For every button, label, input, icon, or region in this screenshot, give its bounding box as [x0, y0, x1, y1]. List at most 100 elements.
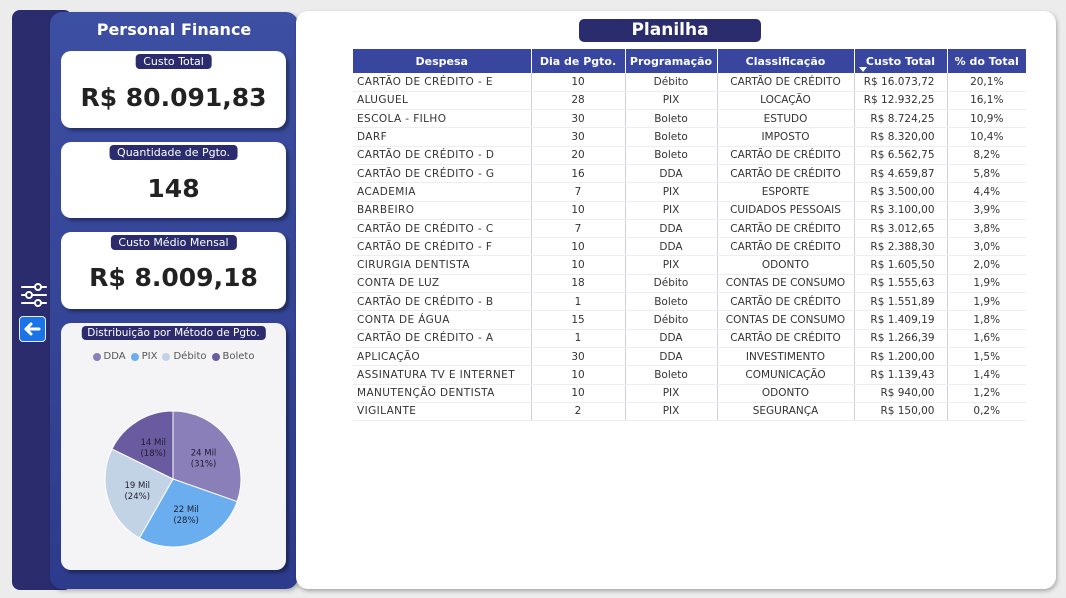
- table-row[interactable]: VIGILANTE 2 PIX SEGURANÇA R$ 150,00 0,2%: [353, 402, 1026, 422]
- col-custo-total-cell: R$ 1.266,39: [854, 329, 948, 348]
- legend-item: DDA: [92, 351, 126, 362]
- legend-swatch: [211, 352, 220, 361]
- col-pct-total-cell: 2,0%: [947, 255, 1026, 275]
- table-row[interactable]: CARTÃO DE CRÉDITO - F 10 DDA CARTÃO DE CRÉD…: [353, 237, 1026, 257]
- table-row[interactable]: CARTÃO DE CRÉDITO - A 1 DDA CARTÃO DE CRÉDI…: [353, 329, 1026, 348]
- col-despesa-header[interactable]: Despesa: [353, 49, 532, 73]
- col-custo-total-cell: R$ 1.555,63: [854, 274, 948, 294]
- col-pct-total-cell: 1,4%: [947, 365, 1026, 385]
- col-classificacao-cell: INVESTIMENTO: [717, 347, 855, 367]
- col-custo-total-header[interactable]: Custo Total: [854, 49, 948, 73]
- arrow-left-icon[interactable]: [19, 316, 46, 342]
- card-value: R$ 8.009,18: [89, 263, 258, 292]
- col-custo-total-cell: R$ 16.073,72: [854, 73, 948, 92]
- table-row[interactable]: CARTÃO DE CRÉDITO - G 16 DDA CARTÃO DE CRÉD…: [353, 164, 1026, 184]
- col-classificacao-cell: LOCAÇÃO: [717, 91, 855, 111]
- legend-item: Débito: [162, 351, 207, 362]
- col-pct-total-cell: 3,0%: [947, 237, 1026, 257]
- col-dia-pgto-cell: 15: [531, 310, 626, 330]
- col-pct-total-cell: 10,9%: [947, 109, 1026, 129]
- col-pct-total-cell: 16,1%: [947, 91, 1026, 111]
- table-row[interactable]: MANUTENÇÃO DENTISTA 10 PIX ODONTO R$ 940,00 1…: [353, 384, 1026, 403]
- col-dia-pgto-cell: 20: [531, 146, 626, 165]
- col-custo-total-cell: R$ 8.724,25: [854, 109, 948, 129]
- col-pct-total-cell: 3,8%: [947, 219, 1026, 239]
- table-row[interactable]: APLICAÇÃO 30 DDA INVESTIMENTO R$ 1.200,00 1,5…: [353, 347, 1026, 367]
- col-classificacao-cell: CARTÃO DE CRÉDITO: [717, 146, 855, 165]
- col-programacao-cell: Débito: [625, 310, 718, 330]
- col-despesa-cell: CARTÃO DE CRÉDITO - B: [353, 292, 532, 312]
- legend-swatch: [92, 352, 101, 361]
- col-custo-total-cell: R$ 2.388,30: [854, 237, 948, 257]
- col-dia-pgto-cell: 30: [531, 127, 626, 147]
- col-custo-total-cell: R$ 4.659,87: [854, 164, 948, 184]
- table-row[interactable]: ACADEMIA 7 PIX ESPORTE R$ 3.500,00 4,4%: [353, 182, 1026, 202]
- col-programacao-cell: Boleto: [625, 292, 718, 312]
- table-row[interactable]: CARTÃO DE CRÉDITO - B 1 Boleto CARTÃO DE CR…: [353, 292, 1026, 312]
- col-custo-total-cell: R$ 3.500,00: [854, 182, 948, 202]
- col-custo-total-cell: R$ 150,00: [854, 402, 948, 422]
- col-programacao-cell: DDA: [625, 164, 718, 184]
- col-classificacao-cell: IMPOSTO: [717, 127, 855, 147]
- table-row[interactable]: ALUGUEL 28 PIX LOCAÇÃO R$ 12.932,25 16,1%: [353, 91, 1026, 111]
- col-programacao-cell: Boleto: [625, 127, 718, 147]
- col-pct-total-cell: 0,2%: [947, 402, 1026, 422]
- col-classificacao-cell: ESPORTE: [717, 182, 855, 202]
- col-classificacao-header[interactable]: Classificação: [717, 49, 855, 73]
- col-programacao-cell: DDA: [625, 329, 718, 348]
- col-custo-total-cell: R$ 1.551,89: [854, 292, 948, 312]
- col-custo-total-cell: R$ 940,00: [854, 384, 948, 403]
- col-despesa-cell: CIRURGIA DENTISTA: [353, 255, 532, 275]
- col-programacao-cell: DDA: [625, 237, 718, 257]
- quantidade-pgto-card: Quantidade de Pgto. 148: [61, 142, 286, 218]
- col-programacao-cell: Boleto: [625, 109, 718, 129]
- col-dia-pgto-header[interactable]: Dia de Pgto.: [531, 49, 626, 73]
- col-despesa-cell: MANUTENÇÃO DENTISTA: [353, 384, 532, 403]
- table-row[interactable]: ASSINATURA TV E INTERNET 10 Boleto COMUNICA…: [353, 365, 1026, 385]
- chart-title: Distribuição por Método de Pgto.: [81, 326, 266, 340]
- col-pct-total-header[interactable]: % do Total: [947, 49, 1026, 73]
- col-pct-total-cell: 20,1%: [947, 73, 1026, 92]
- table-row[interactable]: BARBEIRO 10 PIX CUIDADOS PESSOAIS R$ 3.100,0…: [353, 201, 1026, 220]
- col-programacao-cell: DDA: [625, 347, 718, 367]
- col-classificacao-cell: SEGURANÇA: [717, 402, 855, 422]
- col-despesa-cell: CARTÃO DE CRÉDITO - E: [353, 73, 532, 92]
- table-row[interactable]: ESCOLA - FILHO 30 Boleto ESTUDO R$ 8.724,25 1…: [353, 109, 1026, 129]
- payment-method-chart-card: Distribuição por Método de Pgto. DDA PIX D…: [61, 323, 286, 570]
- kpi-sidebar: Personal Finance Custo Total R$ 80.091,8…: [50, 12, 298, 589]
- col-programacao-cell: PIX: [625, 402, 718, 422]
- col-programacao-cell: PIX: [625, 384, 718, 403]
- legend-item: PIX: [130, 351, 158, 362]
- pie-percent-label: (28%): [173, 516, 199, 526]
- table-row[interactable]: CIRURGIA DENTISTA 10 PIX ODONTO R$ 1.605,50 2…: [353, 255, 1026, 275]
- col-classificacao-cell: ESTUDO: [717, 109, 855, 129]
- col-programacao-header[interactable]: Programação: [625, 49, 718, 73]
- col-despesa-cell: CONTA DE LUZ: [353, 274, 532, 294]
- col-dia-pgto-cell: 10: [531, 201, 626, 220]
- col-classificacao-cell: CARTÃO DE CRÉDITO: [717, 219, 855, 239]
- col-pct-total-cell: 5,8%: [947, 164, 1026, 184]
- table-row[interactable]: DARF 30 Boleto IMPOSTO R$ 8.320,00 10,4%: [353, 127, 1026, 147]
- pie-chart: 24 Mil(31%) 22 Mil(28%) 19 Mil(24%) 14 Mil(…: [104, 410, 242, 548]
- legend-swatch: [162, 352, 171, 361]
- col-pct-total-cell: 1,5%: [947, 347, 1026, 367]
- table-row[interactable]: CARTÃO DE CRÉDITO - C 7 DDA CARTÃO DE CRÉDI…: [353, 219, 1026, 239]
- table-row[interactable]: CONTA DE LUZ 18 Débito CONTAS DE CONSUMO R$ …: [353, 274, 1026, 294]
- col-custo-total-cell: R$ 12.932,25: [854, 91, 948, 111]
- col-classificacao-cell: ODONTO: [717, 255, 855, 275]
- col-pct-total-cell: 8,2%: [947, 146, 1026, 165]
- col-dia-pgto-cell: 10: [531, 255, 626, 275]
- col-dia-pgto-cell: 10: [531, 365, 626, 385]
- card-label: Quantidade de Pgto.: [109, 145, 238, 160]
- table-row[interactable]: CARTÃO DE CRÉDITO - D 20 Boleto CARTÃO DE C…: [353, 146, 1026, 165]
- card-value: 148: [147, 174, 200, 203]
- col-custo-total-cell: R$ 1.139,43: [854, 365, 948, 385]
- sliders-icon[interactable]: [20, 282, 50, 308]
- table-row[interactable]: CONTA DE ÁGUA 15 Débito CONTAS DE CONSUMO R$…: [353, 310, 1026, 330]
- col-classificacao-cell: CARTÃO DE CRÉDITO: [717, 292, 855, 312]
- col-pct-total-cell: 10,4%: [947, 127, 1026, 147]
- col-dia-pgto-cell: 10: [531, 73, 626, 92]
- legend-label: PIX: [141, 351, 158, 362]
- table-row[interactable]: CARTÃO DE CRÉDITO - E 10 Débito CARTÃO DE C…: [353, 73, 1026, 92]
- col-classificacao-cell: COMUNICAÇÃO: [717, 365, 855, 385]
